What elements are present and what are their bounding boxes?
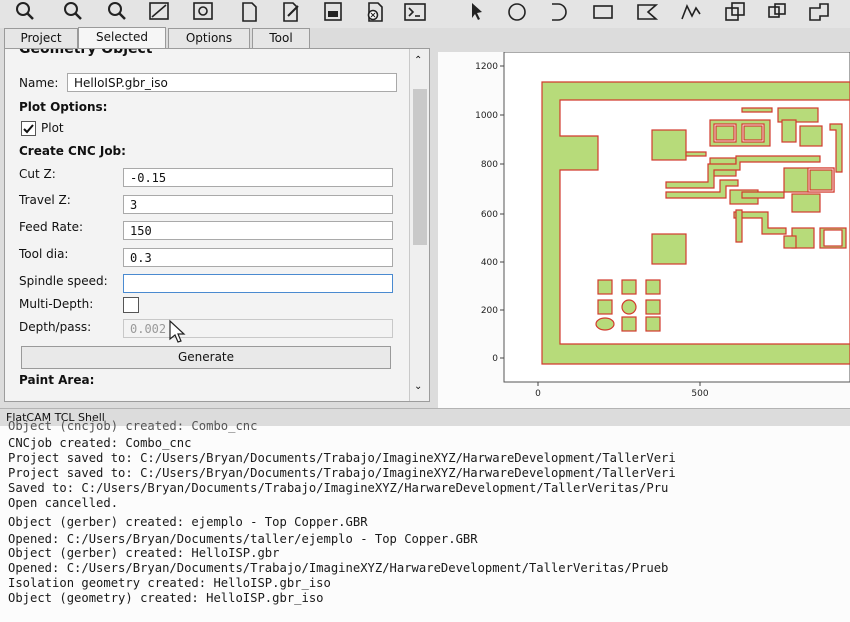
select-pointer-icon[interactable]	[466, 2, 488, 22]
selected-object-panel: Geometry Object Name: HelloISP.gbr_iso P…	[4, 48, 430, 402]
scrollbar-thumb[interactable]	[413, 89, 427, 245]
shell-line: Object (gerber) created: ejemplo - Top C…	[8, 515, 368, 529]
scroll-down-icon[interactable]: ⌄	[414, 381, 422, 392]
shell-line: Isolation geometry created: HelloISP.gbr…	[8, 576, 331, 590]
shell-line: Object (geometry) created: HelloISP.gbr_…	[8, 591, 324, 605]
shell-line: Opened: C:/Users/Bryan/Documents/taller/…	[8, 532, 478, 546]
depth-pass-input[interactable]: 0.002	[123, 319, 393, 338]
shell-line: Open cancelled.	[8, 496, 119, 510]
section-title: Geometry Object	[19, 48, 153, 57]
shell-line: Project saved to: C:/Users/Bryan/Documen…	[8, 466, 676, 480]
zoom-out-icon[interactable]	[106, 2, 128, 22]
spindle-speed-input[interactable]	[123, 274, 393, 293]
shell-line: Object (gerber) created: HelloISP.gbr	[8, 546, 280, 560]
y-tick-label: 400	[481, 258, 498, 268]
shell-line: Project saved to: C:/Users/Bryan/Documen…	[8, 451, 676, 465]
toolbar	[0, 0, 850, 28]
scroll-up-icon[interactable]: ⌃	[414, 55, 422, 66]
panel-scrollbar[interactable]: ⌃ ⌄	[409, 49, 429, 401]
name-input[interactable]: HelloISP.gbr_iso	[67, 73, 397, 92]
plot-checkbox[interactable]	[21, 121, 36, 136]
path-tool-icon[interactable]	[680, 2, 702, 22]
rectangle-tool-icon[interactable]	[592, 2, 614, 22]
replot-icon[interactable]	[192, 2, 214, 22]
travel-z-label: Travel Z:	[19, 193, 71, 207]
shell-line: CNCjob created: Combo_cnc	[8, 436, 192, 450]
depth-pass-label: Depth/pass:	[19, 320, 92, 334]
edit-geometry-icon[interactable]	[280, 2, 302, 22]
tab-tool[interactable]: Tool	[252, 28, 310, 48]
union-geometry-icon[interactable]	[808, 2, 830, 22]
travel-z-input[interactable]: 3	[123, 195, 393, 214]
zoom-fit-icon[interactable]	[14, 2, 36, 22]
check-icon	[23, 124, 34, 134]
tab-project[interactable]: Project	[4, 28, 78, 48]
y-tick-label: 200	[481, 306, 498, 316]
arc-tool-icon[interactable]	[548, 2, 570, 22]
feed-rate-input[interactable]: 150	[123, 221, 393, 240]
shell-line: Saved to: C:/Users/Bryan/Documents/Traba…	[8, 481, 669, 495]
polygon-tool-icon[interactable]	[636, 2, 659, 22]
feed-rate-label: Feed Rate:	[19, 220, 84, 234]
plot-checkbox-label: Plot	[41, 121, 64, 135]
update-geometry-icon[interactable]	[322, 2, 344, 22]
cut-z-input[interactable]: -0.15	[123, 168, 393, 187]
y-tick-label: 800	[481, 160, 498, 170]
tcl-shell-output[interactable]: Object (cncjob) created: Combo_cnc CNCjo…	[0, 419, 850, 622]
name-label: Name:	[19, 76, 59, 90]
shell-icon[interactable]	[404, 2, 426, 22]
tab-selected[interactable]: Selected	[78, 27, 166, 49]
zoom-in-icon[interactable]	[62, 2, 84, 22]
y-tick-label: 600	[481, 210, 498, 220]
circle-tool-icon[interactable]	[506, 2, 528, 22]
x-tick-label: 500	[691, 389, 708, 399]
generate-button[interactable]: Generate	[21, 346, 391, 369]
create-cnc-title: Create CNC Job:	[19, 144, 126, 158]
paint-area-title: Paint Area:	[19, 373, 95, 387]
move-geometry-icon[interactable]	[724, 2, 746, 22]
new-geometry-icon[interactable]	[238, 2, 260, 22]
shell-line: Opened: C:/Users/Bryan/Documents/Trabajo…	[8, 561, 669, 575]
shell-line: Object (cncjob) created: Combo_cnc	[8, 419, 258, 433]
clear-plot-icon[interactable]	[148, 2, 170, 22]
plot-options-title: Plot Options:	[19, 100, 108, 114]
tab-options[interactable]: Options	[168, 28, 250, 48]
x-tick-label: 0	[535, 389, 541, 399]
mouse-cursor-icon	[169, 319, 186, 343]
spindle-speed-label: Spindle speed:	[19, 274, 108, 288]
multi-depth-label: Multi-Depth:	[19, 297, 94, 311]
plot-canvas[interactable]: 0 200 400 600 800 1000 1200 0 500	[438, 51, 850, 408]
multi-depth-checkbox[interactable]	[123, 297, 139, 313]
cut-z-label: Cut Z:	[19, 167, 56, 181]
y-tick-label: 1200	[475, 62, 498, 72]
y-tick-label: 1000	[475, 111, 498, 121]
tool-dia-input[interactable]: 0.3	[123, 248, 393, 267]
delete-object-icon[interactable]	[364, 2, 386, 22]
tool-dia-label: Tool dia:	[19, 247, 69, 261]
y-tick-label: 0	[492, 354, 498, 364]
copy-geometry-icon[interactable]	[766, 2, 788, 22]
